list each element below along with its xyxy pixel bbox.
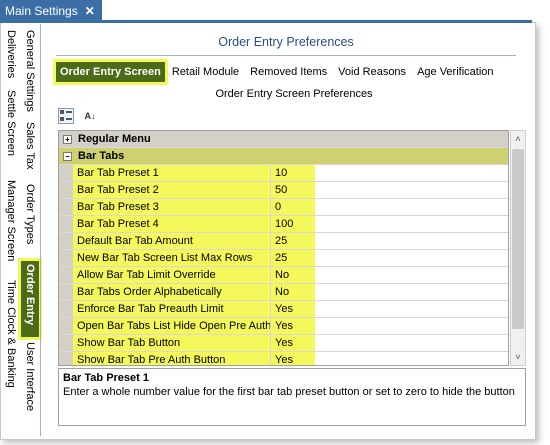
property-row[interactable]: Enforce Bar Tab Preauth Limit Yes bbox=[59, 301, 508, 318]
property-name: Bar Tabs Order Alphabetically bbox=[73, 284, 271, 300]
close-icon[interactable]: ✕ bbox=[85, 4, 95, 18]
property-row[interactable]: Allow Bar Tab Limit Override No bbox=[59, 267, 508, 284]
side-tab-time-clock-banking[interactable]: Time Clock & Banking bbox=[2, 276, 20, 431]
side-tabs-column-1: Deliveries Settle Screen Manager Screen … bbox=[2, 26, 20, 436]
alphabetical-sort-icon[interactable]: A↓ bbox=[82, 108, 98, 124]
property-row[interactable]: Bar Tab Preset 30 bbox=[59, 199, 508, 216]
property-value[interactable]: Yes bbox=[271, 301, 508, 317]
window-tab-main-settings[interactable]: Main Settings ✕ bbox=[0, 0, 102, 22]
property-name: Bar Tab Preset 2 bbox=[73, 182, 271, 198]
property-grid-toolbar: A↓ bbox=[58, 108, 98, 124]
property-grid-scrollbar[interactable]: ˄ ˅ bbox=[510, 130, 526, 366]
side-tab-sales-tax[interactable]: Sales Tax bbox=[20, 118, 40, 180]
scroll-thumb[interactable] bbox=[512, 149, 524, 329]
property-value[interactable]: 50 bbox=[271, 182, 508, 198]
property-name: Bar Tab Preset 1 bbox=[73, 165, 271, 181]
property-row[interactable]: Bar Tab Preset 1 10 bbox=[59, 165, 508, 182]
property-row[interactable]: Show Bar Tab Button Yes bbox=[59, 335, 508, 352]
side-tab-order-types[interactable]: Order Types bbox=[20, 180, 40, 260]
tab-removed-items[interactable]: Removed Items bbox=[246, 62, 331, 82]
side-tabs-column-2: General Settings Sales Tax Order Types O… bbox=[18, 26, 42, 436]
property-value[interactable]: Yes bbox=[271, 335, 508, 351]
side-tabs-divider bbox=[40, 24, 41, 436]
scroll-up-icon[interactable]: ˄ bbox=[511, 131, 525, 147]
side-tab-deliveries[interactable]: Deliveries bbox=[2, 26, 20, 86]
property-row[interactable]: New Bar Tab Screen List Max Rows 25 bbox=[59, 250, 508, 267]
property-row[interactable]: Bar Tab Preset 4 100 bbox=[59, 216, 508, 233]
category-label: Regular Menu bbox=[78, 133, 151, 145]
property-name: Allow Bar Tab Limit Override bbox=[73, 267, 271, 283]
scroll-down-icon[interactable]: ˅ bbox=[511, 349, 525, 365]
property-grid: + Regular Menu − Bar Tabs Bar Tab Preset… bbox=[58, 130, 509, 366]
property-value[interactable]: No bbox=[271, 284, 508, 300]
category-row-regular-menu[interactable]: + Regular Menu bbox=[59, 131, 508, 148]
side-tab-manager-screen[interactable]: Manager Screen bbox=[2, 176, 20, 276]
categorized-icon[interactable] bbox=[58, 108, 74, 124]
property-row[interactable]: Open Bar Tabs List Hide Open Pre Auths Ye… bbox=[59, 318, 508, 335]
property-name: Show Bar Tab Pre Auth Button bbox=[73, 352, 271, 365]
description-title: Bar Tab Preset 1 bbox=[63, 372, 150, 384]
property-row[interactable]: Bar Tab Preset 2 50 bbox=[59, 182, 508, 199]
expand-icon[interactable]: + bbox=[63, 134, 72, 144]
property-value[interactable]: Yes bbox=[271, 352, 508, 365]
side-tab-settle-screen[interactable]: Settle Screen bbox=[2, 86, 20, 176]
property-row[interactable]: Default Bar Tab Amount 25 bbox=[59, 233, 508, 250]
preferences-tab-bar: Order Entry Screen Retail Module Removed… bbox=[53, 59, 501, 85]
property-value[interactable]: Yes bbox=[271, 318, 508, 334]
property-name: Bar Tab Preset 4 bbox=[73, 216, 271, 232]
property-value[interactable]: No bbox=[271, 267, 508, 283]
property-description-panel: Bar Tab Preset 1 Enter a whole number va… bbox=[58, 368, 526, 426]
property-value[interactable]: 10 bbox=[271, 165, 508, 181]
section-subtitle: Order Entry Screen Preferences bbox=[215, 88, 373, 100]
tab-void-reasons[interactable]: Void Reasons bbox=[334, 62, 410, 82]
order-entry-preferences-panel: Order Entry Preferences Order Entry Scre… bbox=[48, 28, 530, 436]
property-row[interactable]: Bar Tabs Order Alphabetically No bbox=[59, 284, 508, 301]
tab-age-verification[interactable]: Age Verification bbox=[413, 62, 497, 82]
property-name: Show Bar Tab Button bbox=[73, 335, 271, 351]
side-tab-order-entry[interactable]: Order Entry bbox=[18, 258, 42, 340]
property-name: Enforce Bar Tab Preauth Limit bbox=[73, 301, 271, 317]
property-row[interactable]: Show Bar Tab Pre Auth Button Yes bbox=[59, 352, 508, 365]
property-name: Default Bar Tab Amount bbox=[73, 233, 271, 249]
side-tab-general-settings[interactable]: General Settings bbox=[20, 26, 40, 118]
property-name: Bar Tab Preset 3 bbox=[73, 199, 271, 215]
category-label: Bar Tabs bbox=[78, 150, 125, 162]
side-tab-user-interface[interactable]: User Interface bbox=[20, 338, 40, 430]
category-row-bar-tabs[interactable]: − Bar Tabs bbox=[59, 148, 508, 165]
collapse-icon[interactable]: − bbox=[63, 151, 72, 161]
description-text: Enter a whole number value for the first… bbox=[63, 386, 515, 398]
property-name: Open Bar Tabs List Hide Open Pre Auths bbox=[73, 318, 271, 334]
property-value[interactable]: 25 bbox=[271, 233, 508, 249]
page-title: Order Entry Preferences bbox=[56, 28, 516, 56]
tab-order-entry-screen[interactable]: Order Entry Screen bbox=[53, 59, 168, 85]
property-name: New Bar Tab Screen List Max Rows bbox=[73, 250, 271, 266]
property-value[interactable]: 0 bbox=[271, 199, 508, 215]
property-value[interactable]: 25 bbox=[271, 250, 508, 266]
window-tab-title: Main Settings bbox=[5, 4, 78, 18]
tab-retail-module[interactable]: Retail Module bbox=[168, 62, 243, 82]
property-value[interactable]: 100 bbox=[271, 216, 508, 232]
